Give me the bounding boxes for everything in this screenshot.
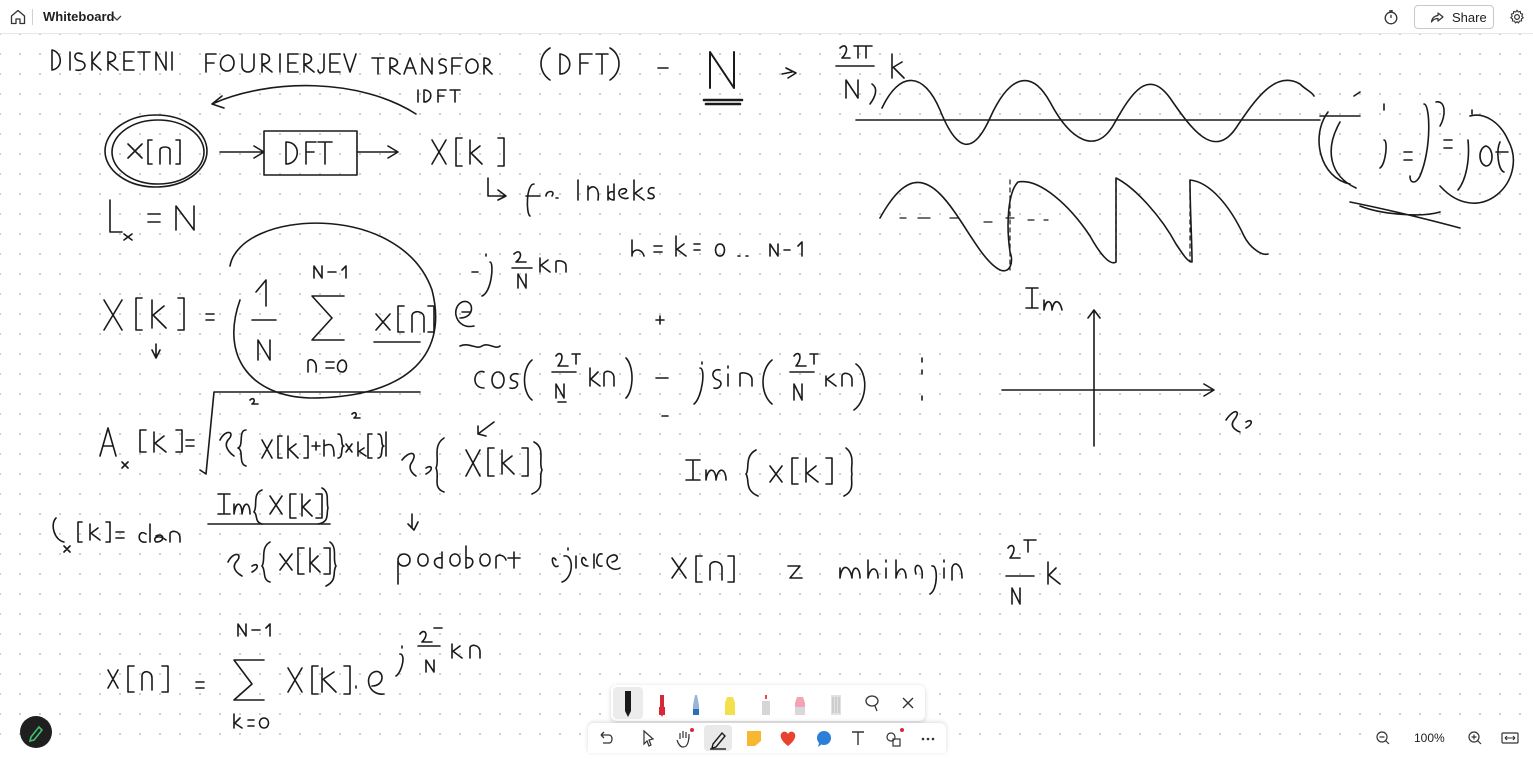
gear-icon[interactable] <box>1509 9 1525 25</box>
zoom-out-icon[interactable] <box>1374 729 1392 747</box>
timer-icon[interactable] <box>1383 9 1399 25</box>
ink-euler-circle <box>1318 101 1515 229</box>
ink-mode-button[interactable] <box>20 716 52 748</box>
black-pen[interactable] <box>613 687 643 719</box>
ink-axes <box>1001 287 1253 447</box>
pen-icon <box>28 725 44 743</box>
red-pen[interactable] <box>647 687 677 719</box>
ink-strokes <box>51 45 1515 729</box>
ink-imag-part <box>685 447 853 497</box>
zoom-controls: 100% <box>1366 725 1533 751</box>
hand-icon[interactable] <box>670 725 698 751</box>
red-marker[interactable] <box>751 687 781 719</box>
title-divider <box>32 9 33 25</box>
text-icon[interactable] <box>844 725 872 751</box>
ink-phase <box>52 487 419 587</box>
ink-idft-arrow <box>211 84 461 115</box>
more-icon[interactable] <box>914 725 942 751</box>
select-icon[interactable] <box>634 725 662 751</box>
ink-euler-eq <box>459 315 923 417</box>
lasso-icon[interactable] <box>857 687 887 719</box>
yellow-highlighter[interactable] <box>715 687 745 719</box>
share-button[interactable]: Share <box>1414 5 1494 29</box>
fit-to-screen-icon[interactable] <box>1500 729 1520 747</box>
ink-idft-formula <box>107 623 481 729</box>
ink-similarity-text <box>397 539 1061 605</box>
undo-icon[interactable] <box>592 725 620 751</box>
zoom-level: 100% <box>1414 731 1445 745</box>
close-icon[interactable] <box>893 687 923 719</box>
ink-waves <box>855 79 1361 272</box>
ink-block-diagram <box>104 114 655 217</box>
home-icon[interactable] <box>8 7 28 27</box>
shapes-icon[interactable] <box>880 725 908 751</box>
board-title[interactable]: Whiteboard <box>43 9 115 24</box>
whiteboard-canvas[interactable] <box>0 34 1533 749</box>
pink-highlighter[interactable] <box>785 687 815 719</box>
chevron-down-icon[interactable] <box>111 11 123 23</box>
ink-amplitude <box>99 391 543 495</box>
ink-title-line <box>51 45 905 106</box>
sticky-note-icon[interactable] <box>740 725 768 751</box>
reaction-heart-icon[interactable] <box>774 725 802 751</box>
pen-icon[interactable] <box>704 725 732 751</box>
chat-bubble-icon[interactable] <box>810 725 838 751</box>
blue-pen[interactable] <box>681 687 711 719</box>
ink-dft-sum <box>103 222 803 399</box>
pen-palette <box>611 685 925 721</box>
zoom-in-icon[interactable] <box>1466 729 1484 747</box>
eraser[interactable] <box>821 687 851 719</box>
share-icon <box>1430 12 1444 23</box>
share-label: Share <box>1452 10 1487 25</box>
ink-length-eq <box>109 199 195 241</box>
top-bar: Whiteboard Share <box>0 0 1533 34</box>
